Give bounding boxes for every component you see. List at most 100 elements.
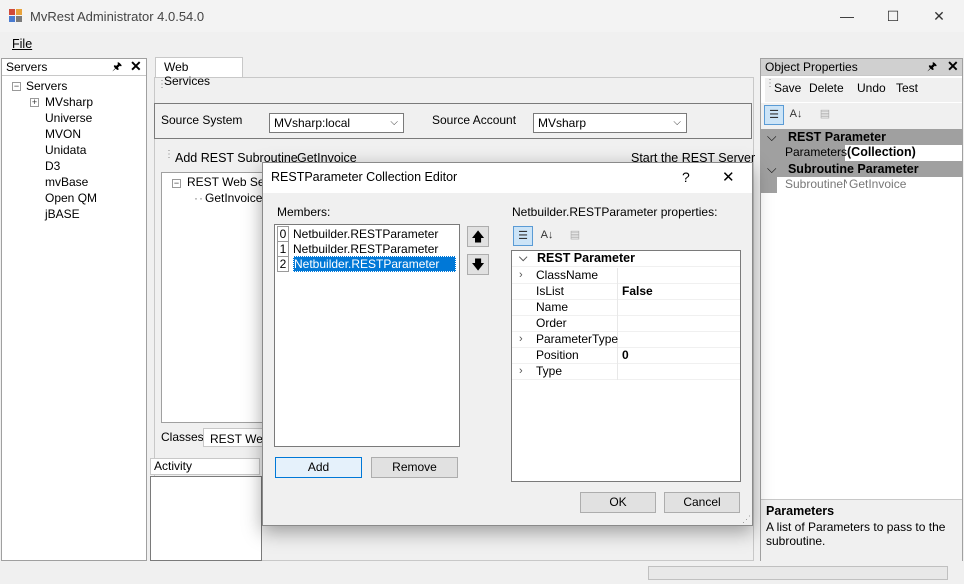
- row-gutter: [761, 145, 777, 161]
- chevron-down-icon: ⌵: [673, 117, 681, 128]
- prop-name-subroutine: SubroutineN: [785, 177, 847, 191]
- move-up-button[interactable]: 🡅: [467, 226, 489, 247]
- tree-item-mvsharp[interactable]: MVsharp: [45, 95, 93, 109]
- prop-row-parameters[interactable]: Parameters (Collection): [761, 145, 962, 161]
- categorized-icon[interactable]: ☰: [764, 105, 784, 125]
- prop-name-parameters: Parameters: [777, 145, 847, 161]
- dialog-close-button[interactable]: ✕: [722, 168, 735, 186]
- help-button[interactable]: ?: [682, 169, 690, 185]
- tree-item-mvbase[interactable]: mvBase: [45, 175, 88, 189]
- dialog-property-grid: ⌵ REST Parameter › ClassName IsList False …: [511, 250, 741, 482]
- object-properties-header: Object Properties 🖈 ✕: [761, 58, 962, 76]
- categorized-icon[interactable]: ☰: [513, 226, 533, 246]
- ok-button[interactable]: OK: [580, 492, 656, 513]
- source-account-value: MVsharp: [538, 116, 587, 130]
- cancel-button[interactable]: Cancel: [664, 492, 740, 513]
- prop-row-parametertype[interactable]: › ParameterType: [512, 332, 740, 348]
- resize-grip-icon[interactable]: ⋰: [742, 514, 751, 525]
- delete-button[interactable]: Delete: [809, 81, 844, 95]
- servers-panel-header: Servers 🖈 ✕: [2, 58, 146, 76]
- tree-root-rest-web-services[interactable]: REST Web Ser: [187, 175, 269, 189]
- chevron-down-icon: ⌵: [519, 252, 528, 264]
- category-rest-parameter[interactable]: ⌵ REST Parameter: [512, 251, 740, 267]
- menu-bar: [0, 32, 964, 56]
- servers-panel: Servers 🖈 ✕ − Servers + MVsharp Universe…: [1, 58, 147, 561]
- list-item[interactable]: 2 Netbuilder.RESTParameter: [277, 256, 458, 272]
- prop-row-type[interactable]: › Type: [512, 364, 740, 380]
- close-window-button[interactable]: ✕: [916, 0, 962, 32]
- object-properties-title: Object Properties: [765, 60, 858, 74]
- members-list[interactable]: 0 Netbuilder.RESTParameter 1 Netbuilder.RE…: [274, 224, 460, 447]
- app-icon: [9, 9, 22, 22]
- close-icon[interactable]: ✕: [130, 58, 142, 75]
- collapse-icon[interactable]: −: [172, 179, 181, 188]
- category-subroutine-parameter[interactable]: ⌵ Subroutine Parameter: [761, 161, 962, 177]
- source-bar: Source System MVsharp:local ⌵ Source Acc…: [154, 103, 752, 139]
- tree-item-openqm[interactable]: Open QM: [45, 191, 97, 205]
- prop-row-classname[interactable]: › ClassName: [512, 268, 740, 284]
- maximize-button[interactable]: ☐: [870, 0, 916, 32]
- toolbar-grip: ⋮: [157, 79, 167, 90]
- property-pages-icon[interactable]: ▤: [815, 105, 835, 125]
- pin-icon[interactable]: 🖈: [927, 59, 937, 76]
- help-pane: Parameters A list of Parameters to pass …: [761, 499, 962, 561]
- prop-row-subroutine-name[interactable]: SubroutineN GetInvoice: [761, 177, 962, 193]
- test-button[interactable]: Test: [896, 81, 918, 95]
- propgrid-toolbar: ☰ A↓ ▤: [761, 103, 962, 129]
- dialog-title: RESTParameter Collection Editor: [271, 170, 458, 184]
- prop-row-islist[interactable]: IsList False: [512, 284, 740, 300]
- add-button[interactable]: Add: [275, 457, 362, 478]
- source-account-combo[interactable]: MVsharp ⌵: [533, 113, 687, 133]
- window-title: MvRest Administrator 4.0.54.0: [30, 9, 205, 24]
- properties-label: Netbuilder.RESTParameter properties:: [512, 205, 718, 219]
- save-button[interactable]: Save: [774, 81, 801, 95]
- row-gutter: [761, 177, 777, 193]
- tab-rest-web[interactable]: REST Web: [203, 428, 263, 447]
- chevron-right-icon: ›: [519, 365, 523, 377]
- members-label: Members:: [277, 205, 331, 219]
- servers-panel-title: Servers: [6, 60, 48, 74]
- source-system-combo[interactable]: MVsharp:local ⌵: [269, 113, 404, 133]
- tree-item-jbase[interactable]: jBASE: [45, 207, 80, 221]
- move-down-button[interactable]: 🡇: [467, 254, 489, 275]
- property-pages-icon[interactable]: ▤: [565, 226, 585, 246]
- undo-button[interactable]: Undo: [857, 81, 886, 95]
- tab-web-services[interactable]: Web Services: [155, 57, 243, 88]
- category-rest-parameter[interactable]: ⌵ REST Parameter: [761, 129, 962, 145]
- prop-row-order[interactable]: Order: [512, 316, 740, 332]
- tree-item-mvon[interactable]: MVON: [45, 127, 81, 141]
- help-text: A list of Parameters to pass to the subr…: [766, 520, 946, 548]
- chevron-right-icon: ›: [519, 333, 523, 345]
- sort-alpha-icon[interactable]: A↓: [537, 226, 557, 246]
- horizontal-scrollbar[interactable]: [648, 566, 948, 580]
- minimize-button[interactable]: —: [824, 0, 870, 32]
- expand-icon[interactable]: +: [30, 98, 39, 107]
- tree-item-universe[interactable]: Universe: [45, 111, 92, 125]
- source-account-label: Source Account: [432, 113, 517, 127]
- prop-row-name[interactable]: Name: [512, 300, 740, 316]
- tree-root-servers[interactable]: Servers: [26, 79, 67, 93]
- tree-item-unidata[interactable]: Unidata: [45, 143, 86, 157]
- menu-file[interactable]: File: [12, 37, 32, 51]
- tree-item-getinvoice[interactable]: GetInvoice: [205, 191, 262, 205]
- sort-alpha-icon[interactable]: A↓: [786, 105, 806, 125]
- objprops-toolbar: ⋮ Save Delete Undo Test: [765, 78, 962, 102]
- collapse-icon[interactable]: −: [12, 82, 21, 91]
- source-system-value: MVsharp:local: [274, 116, 351, 130]
- service-tree: − REST Web Ser ·· GetInvoice: [161, 172, 273, 423]
- activity-header: Activity: [150, 458, 260, 475]
- pin-icon[interactable]: 🖈: [112, 59, 122, 76]
- remove-button[interactable]: Remove: [371, 457, 458, 478]
- help-title: Parameters: [766, 504, 835, 518]
- list-item[interactable]: 1 Netbuilder.RESTParameter: [277, 241, 458, 257]
- prop-row-position[interactable]: Position 0: [512, 348, 740, 364]
- close-icon[interactable]: ✕: [947, 58, 959, 75]
- list-item[interactable]: 0 Netbuilder.RESTParameter: [277, 226, 458, 242]
- chevron-down-icon: ⌵: [767, 130, 777, 144]
- tab-classes[interactable]: Classes: [161, 430, 204, 444]
- tree-item-d3[interactable]: D3: [45, 159, 60, 173]
- tree-connector: ··: [194, 191, 204, 205]
- source-system-label: Source System: [161, 113, 243, 127]
- chevron-down-icon: ⌵: [767, 162, 777, 176]
- prop-value-subroutine: GetInvoice: [849, 177, 907, 191]
